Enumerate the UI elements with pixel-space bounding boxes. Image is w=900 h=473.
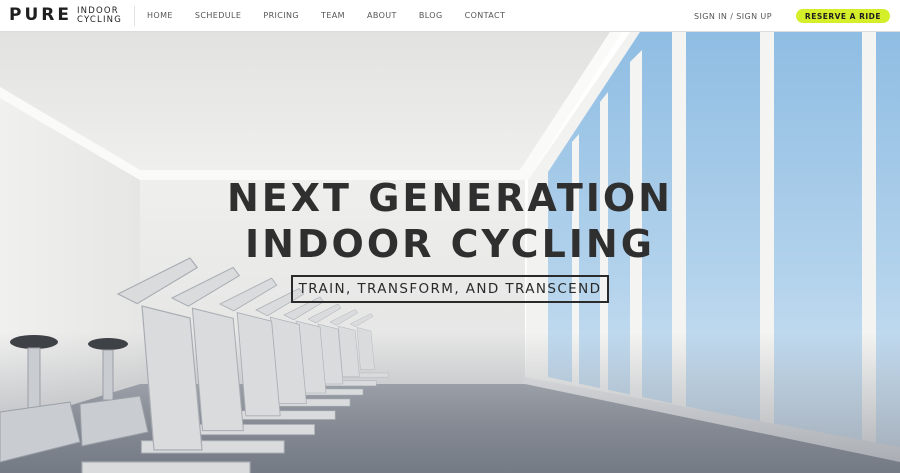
nav-pricing[interactable]: PRICING bbox=[263, 11, 299, 20]
hero-tagline: TRAIN, TRANSFORM, AND TRANSCEND bbox=[290, 275, 610, 303]
hero-headline: NEXT GENERATION INDOOR CYCLING bbox=[227, 175, 673, 267]
nav-team[interactable]: TEAM bbox=[321, 11, 345, 20]
brand-subtitle-line2: CYCLING bbox=[76, 14, 123, 25]
nav-schedule[interactable]: SCHEDULE bbox=[195, 11, 241, 20]
hero-copy: NEXT GENERATION INDOOR CYCLING TRAIN, TR… bbox=[0, 175, 900, 303]
top-navigation-bar: PURE INDOOR CYCLING HOME SCHEDULE PRICIN… bbox=[0, 0, 900, 32]
nav-blog[interactable]: BLOG bbox=[419, 11, 443, 20]
nav-home[interactable]: HOME bbox=[147, 11, 173, 20]
hero-headline-line2: INDOOR CYCLING bbox=[245, 222, 655, 266]
nav-contact[interactable]: CONTACT bbox=[465, 11, 506, 20]
brand-subtitle: INDOOR CYCLING bbox=[76, 6, 123, 25]
hero-headline-line1: NEXT GENERATION bbox=[226, 176, 673, 220]
nav-about[interactable]: ABOUT bbox=[367, 11, 397, 20]
main-nav: HOME SCHEDULE PRICING TEAM ABOUT BLOG CO… bbox=[147, 0, 527, 32]
sign-in-link[interactable]: SIGN IN / SIGN UP bbox=[694, 12, 772, 21]
brand-name: PURE bbox=[9, 5, 72, 25]
brand-divider bbox=[134, 5, 136, 26]
hero-section: NEXT GENERATION INDOOR CYCLING TRAIN, TR… bbox=[0, 32, 900, 473]
nav-right-group: SIGN IN / SIGN UP RESERVE A RIDE bbox=[694, 0, 890, 32]
brand-logo[interactable]: PURE INDOOR CYCLING bbox=[0, 0, 122, 32]
reserve-ride-button[interactable]: RESERVE A RIDE bbox=[795, 9, 890, 23]
